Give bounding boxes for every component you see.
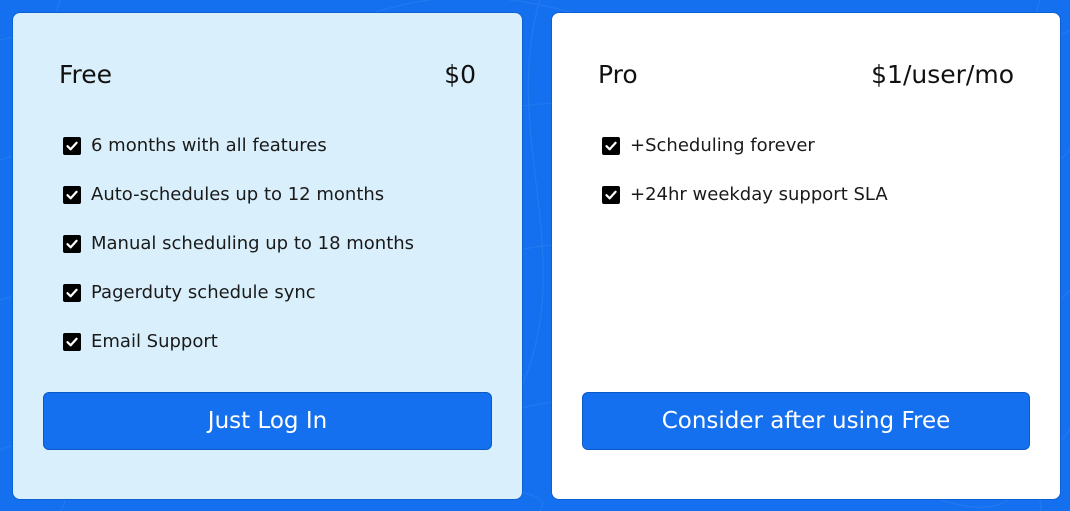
feature-item: Pagerduty schedule sync bbox=[63, 268, 414, 317]
free-plan-name: Free bbox=[59, 59, 113, 89]
feature-item: Auto-schedules up to 12 months bbox=[63, 170, 414, 219]
checkbox-checked-icon bbox=[63, 185, 81, 204]
free-plan-header: Free $0 bbox=[59, 57, 476, 91]
feature-label: Auto-schedules up to 12 months bbox=[91, 184, 385, 205]
pro-plan-price: $1/user/mo bbox=[871, 59, 1014, 89]
pro-plan-card: Pro $1/user/mo +Scheduling forever +24hr… bbox=[551, 12, 1061, 500]
feature-item: 6 months with all features bbox=[63, 121, 414, 170]
feature-label: Pagerduty schedule sync bbox=[91, 282, 316, 303]
feature-item: +Scheduling forever bbox=[602, 121, 888, 170]
checkbox-checked-icon bbox=[63, 283, 81, 302]
just-log-in-button[interactable]: Just Log In bbox=[43, 392, 492, 450]
feature-item: +24hr weekday support SLA bbox=[602, 170, 888, 219]
feature-label: +24hr weekday support SLA bbox=[630, 184, 888, 205]
free-plan-price: $0 bbox=[444, 59, 476, 89]
free-plan-features: 6 months with all features Auto-schedule… bbox=[63, 121, 414, 366]
feature-label: 6 months with all features bbox=[91, 135, 327, 156]
checkbox-checked-icon bbox=[63, 136, 81, 155]
feature-label: +Scheduling forever bbox=[630, 135, 815, 156]
pro-plan-name: Pro bbox=[598, 59, 638, 89]
checkbox-checked-icon bbox=[602, 136, 620, 155]
consider-after-using-free-button[interactable]: Consider after using Free bbox=[582, 392, 1030, 450]
feature-label: Email Support bbox=[91, 331, 218, 352]
checkbox-checked-icon bbox=[602, 185, 620, 204]
free-plan-card: Free $0 6 months with all features Auto-… bbox=[12, 12, 523, 500]
feature-label: Manual scheduling up to 18 months bbox=[91, 233, 415, 254]
pro-plan-header: Pro $1/user/mo bbox=[598, 57, 1014, 91]
pro-plan-features: +Scheduling forever +24hr weekday suppor… bbox=[602, 121, 888, 219]
feature-item: Manual scheduling up to 18 months bbox=[63, 219, 414, 268]
checkbox-checked-icon bbox=[63, 332, 81, 351]
checkbox-checked-icon bbox=[63, 234, 81, 253]
feature-item: Email Support bbox=[63, 317, 414, 366]
